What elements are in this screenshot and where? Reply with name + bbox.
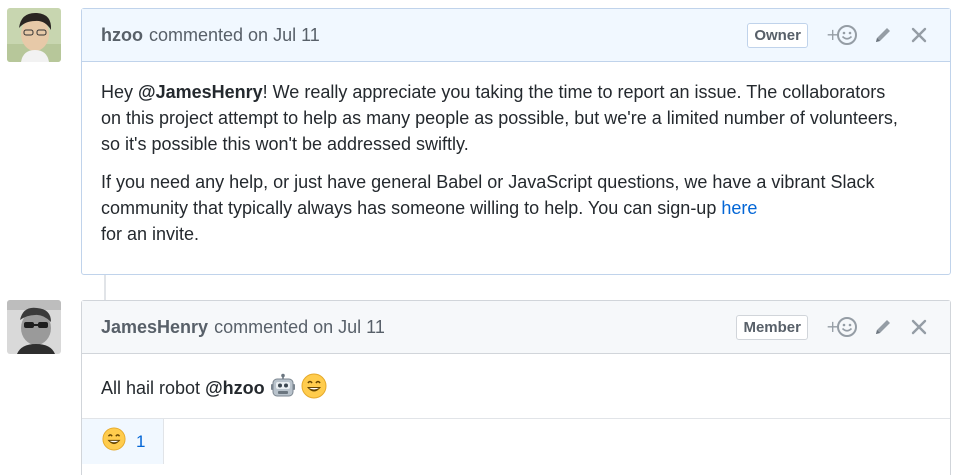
- comment-body: Hey @JamesHenry! We really appreciate yo…: [82, 62, 950, 247]
- body-text: community that typically always has some…: [101, 198, 722, 218]
- comment-header: JamesHenry commented on Jul 11 Member +: [82, 301, 950, 354]
- smile-emoji-icon: [301, 373, 327, 406]
- body-text: for an invite.: [101, 224, 200, 244]
- user-mention[interactable]: @JamesHenry: [138, 82, 263, 102]
- comment-author[interactable]: JamesHenry: [101, 317, 208, 338]
- comment-header: hzoo commented on Jul 11 Owner +: [82, 9, 950, 62]
- body-text: ! We really appreciate you taking the ti…: [262, 82, 886, 102]
- close-icon[interactable]: [906, 22, 932, 48]
- smile-emoji-icon: [102, 427, 126, 456]
- avatar[interactable]: [7, 300, 61, 354]
- slack-signup-link[interactable]: here: [721, 198, 757, 218]
- comment-paragraph: If you need any help, or just have gener…: [101, 169, 931, 247]
- comment-timestamp[interactable]: commented on Jul 11: [149, 25, 320, 46]
- pencil-icon[interactable]: [870, 22, 896, 48]
- body-text: If you need any help, or just have gener…: [101, 172, 875, 192]
- pencil-icon[interactable]: [870, 314, 896, 340]
- reactions-bar: 1: [82, 418, 950, 464]
- comment-author[interactable]: hzoo: [101, 25, 143, 46]
- timeline-connector: [104, 275, 106, 301]
- body-text: so it's possible this won't be addressed…: [101, 134, 469, 154]
- close-icon[interactable]: [906, 314, 932, 340]
- role-badge: Member: [736, 314, 808, 340]
- body-text: on this project attempt to help as many …: [101, 108, 898, 128]
- comment-owner: hzoo commented on Jul 11 Owner + Hey @Ja…: [81, 8, 951, 275]
- role-badge: Owner: [747, 22, 808, 48]
- comment-paragraph: Hey @JamesHenry! We really appreciate yo…: [101, 79, 931, 157]
- comment-timestamp[interactable]: commented on Jul 11: [214, 317, 385, 338]
- add-reaction-icon[interactable]: +: [824, 22, 860, 48]
- user-mention[interactable]: @hzoo: [205, 378, 265, 398]
- robot-emoji-icon: [270, 373, 296, 406]
- add-reaction-icon[interactable]: +: [824, 314, 860, 340]
- body-text: Hey: [101, 82, 139, 102]
- avatar[interactable]: [7, 8, 61, 62]
- reaction-count: 1: [136, 431, 146, 451]
- comment-member: JamesHenry commented on Jul 11 Member +: [81, 300, 951, 475]
- body-text: All hail robot: [101, 378, 206, 398]
- reaction-smile-button[interactable]: 1: [82, 419, 165, 464]
- comment-body: All hail robot @hzoo: [82, 354, 950, 406]
